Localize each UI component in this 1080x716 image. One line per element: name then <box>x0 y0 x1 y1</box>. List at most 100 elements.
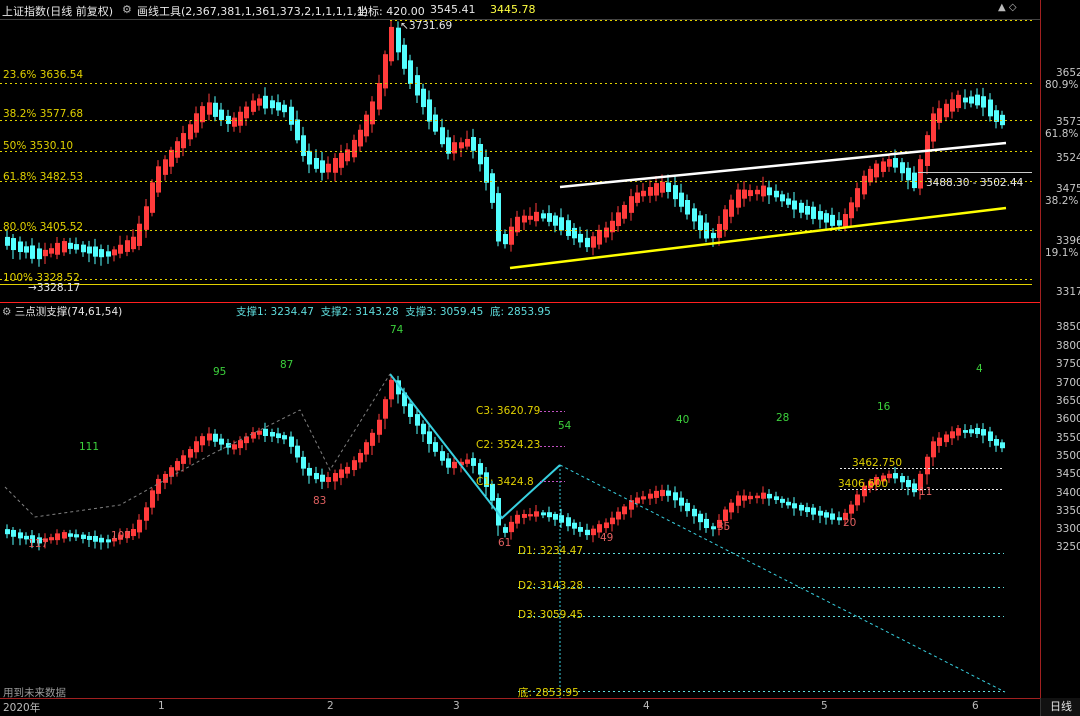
indicator-title[interactable]: 三点测支撑(74,61,54) <box>15 306 122 318</box>
candle-body <box>339 469 344 478</box>
candle-body <box>207 433 212 441</box>
candle-body <box>270 100 275 109</box>
candle-body <box>232 117 237 127</box>
candle-body <box>383 399 388 419</box>
count-label: 61 <box>498 537 512 549</box>
candle-body <box>881 161 886 172</box>
candle-body <box>5 529 10 535</box>
candle-body <box>692 508 697 517</box>
axis-label: 3652 <box>1056 67 1080 79</box>
candle-body <box>125 240 130 252</box>
candle-body <box>333 473 338 482</box>
candle-body <box>792 200 797 210</box>
candle-body <box>729 502 734 513</box>
candle-body <box>553 215 558 226</box>
candle-body <box>755 189 760 195</box>
fib-label: 23.6% 3636.54 <box>3 69 84 81</box>
count-label: 49 <box>600 532 614 544</box>
candle-body <box>433 114 438 132</box>
count-label: 11 <box>919 486 933 498</box>
candle-body <box>276 433 281 439</box>
candle-body <box>950 431 955 439</box>
candle-body <box>156 166 161 193</box>
fib-label: 50% 3530.10 <box>3 140 74 152</box>
candle-body <box>975 427 980 435</box>
axis-label: 3250 <box>1056 541 1080 553</box>
candle-body <box>988 99 993 117</box>
period-button[interactable]: 日线 <box>1040 698 1080 716</box>
candle-body <box>830 214 835 226</box>
candle-body <box>55 533 60 541</box>
candle-body <box>18 532 23 539</box>
candle-body <box>893 158 898 168</box>
candle-body <box>188 449 193 458</box>
axis-label: 3800 <box>1056 340 1080 352</box>
candle-body <box>704 518 709 529</box>
candle-body <box>893 473 898 479</box>
candle-body <box>956 428 961 436</box>
count-label: 35 <box>717 521 731 533</box>
axis-label: 61.8% <box>1045 128 1079 140</box>
axis-label: 3475 <box>1056 183 1080 195</box>
candle-body <box>181 455 186 464</box>
candle-body <box>931 441 936 458</box>
candle-body <box>358 452 363 463</box>
candle-body <box>144 206 149 230</box>
candle-body <box>200 106 205 123</box>
candle-body <box>944 103 949 118</box>
axis-label: 3573 <box>1056 116 1080 128</box>
candle-body <box>622 204 627 219</box>
candle-body <box>408 403 413 417</box>
gear-icon[interactable]: ⚙ <box>2 306 11 318</box>
candle-body <box>874 163 879 178</box>
candle-body <box>112 249 117 256</box>
candle-body <box>648 187 653 196</box>
candle-body <box>811 507 816 515</box>
candle-body <box>452 461 457 469</box>
candle-body <box>427 99 432 122</box>
candle-body <box>74 534 79 538</box>
candle-body <box>207 102 212 115</box>
candle-body <box>515 514 520 524</box>
count-label: 4 <box>976 363 983 375</box>
candle-body <box>427 431 432 444</box>
candle-body <box>465 459 470 464</box>
candle-body <box>767 493 772 499</box>
candle-body <box>251 100 256 112</box>
candle-body <box>270 431 275 437</box>
candle-body <box>87 535 92 540</box>
candle-body <box>144 507 149 521</box>
candle-body <box>490 173 495 203</box>
candle-body <box>503 527 508 533</box>
candle-body <box>74 244 79 250</box>
candle-body <box>981 429 986 436</box>
candle-body <box>238 440 243 449</box>
candle-body <box>370 432 375 446</box>
candle-body <box>824 512 829 518</box>
candle-body <box>333 158 338 173</box>
candle-body <box>345 466 350 474</box>
time-label: 2 <box>327 700 334 712</box>
candle-body <box>478 143 483 165</box>
candle-body <box>981 96 986 108</box>
candle-body <box>440 127 445 145</box>
candle-body <box>742 189 747 199</box>
candle-body <box>62 532 67 539</box>
candle-body <box>918 159 923 189</box>
candle-body <box>326 163 331 173</box>
candle-body <box>408 60 413 84</box>
candle-body <box>994 439 999 446</box>
candle-body <box>68 533 73 537</box>
candle-body <box>156 478 161 494</box>
candle-body <box>944 434 949 443</box>
candle-body <box>433 442 438 452</box>
candle-body <box>591 236 596 248</box>
candle-body <box>219 109 224 121</box>
axis-label: 3350 <box>1056 505 1080 517</box>
axis-label: 3850 <box>1056 321 1080 333</box>
candle-body <box>43 249 48 257</box>
candle-body <box>963 97 968 103</box>
candle-body <box>673 185 678 200</box>
candle-body <box>188 124 193 140</box>
candle-body <box>723 209 728 230</box>
